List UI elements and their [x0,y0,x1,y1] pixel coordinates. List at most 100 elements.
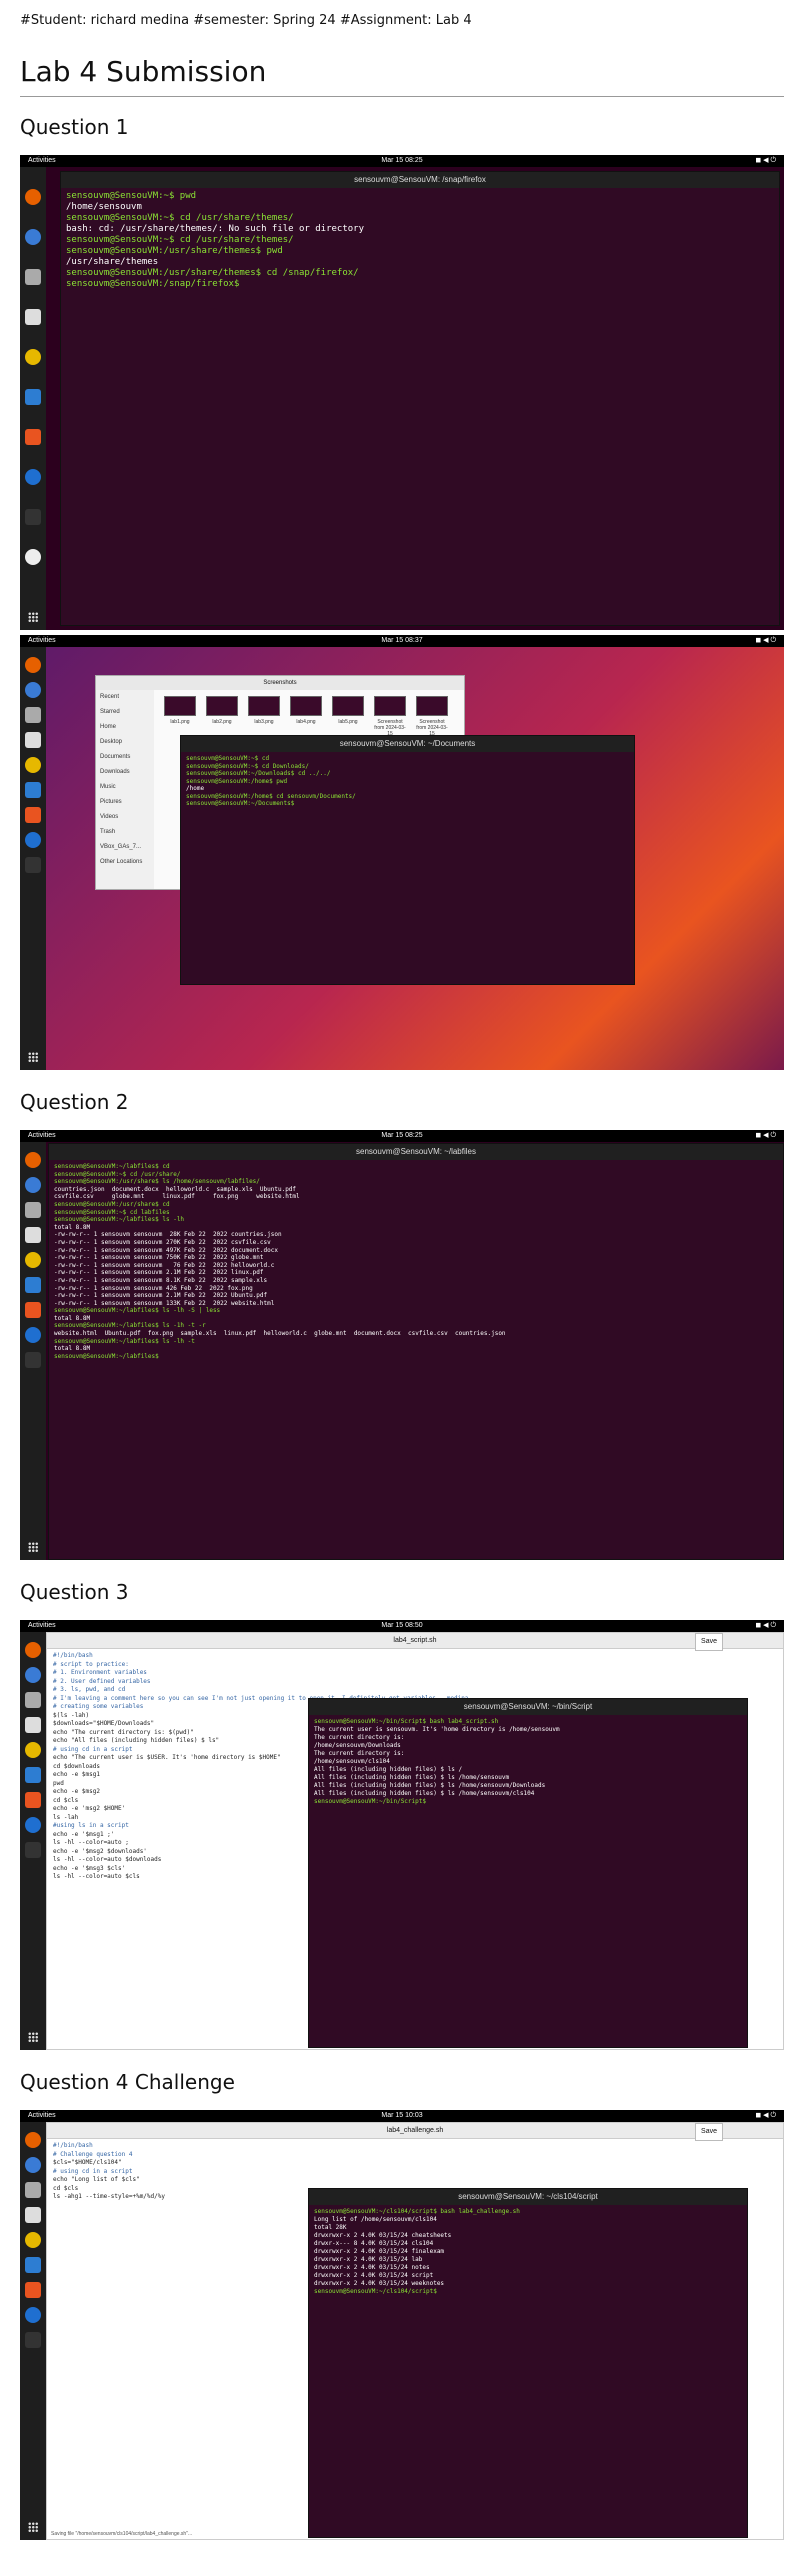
files-icon[interactable] [25,1202,41,1218]
apps-grid-icon[interactable] [28,2032,38,2042]
firefox-icon[interactable] [25,657,41,673]
files-sidebar: Recent Starred Home Desktop Documents Downloa… [96,690,154,889]
file-thumbnail[interactable] [374,696,406,716]
writer-icon[interactable] [25,2257,41,2273]
thunderbird-icon[interactable] [25,1177,41,1193]
software-icon[interactable] [25,1302,41,1318]
editor-icon[interactable] [25,1227,41,1243]
apps-grid-icon[interactable] [28,1542,38,1552]
help-icon[interactable] [25,2307,41,2323]
files-icon[interactable] [25,2182,41,2198]
save-button[interactable]: Save [695,1633,723,1651]
files-sidebar-item[interactable]: Music [100,784,150,799]
files-sidebar-item[interactable]: Documents [100,754,150,769]
files-sidebar-item[interactable]: Other Locations [100,859,150,874]
thunderbird-icon[interactable] [25,1667,41,1683]
terminal-line: sensouvm@SensouVM:~/Documents$ [186,800,298,807]
writer-icon[interactable] [25,389,41,405]
terminal-line: sensouvm@SensouVM:/usr/share$ ls /home/s… [54,1178,260,1186]
writer-icon[interactable] [25,782,41,798]
thunderbird-icon[interactable] [25,229,41,245]
terminal-icon[interactable] [25,857,41,873]
files-icon[interactable] [25,707,41,723]
terminal-icon[interactable] [25,1352,41,1368]
files-sidebar-item[interactable]: Videos [100,814,150,829]
terminal-line: -rw-rw-r-- 1 sensouvm sensouvm 28K Feb 2… [54,1231,282,1239]
editor-icon[interactable] [25,2207,41,2223]
code-line: $cls="$HOME/cls104" [53,2159,122,2166]
save-button[interactable]: Save [695,2123,723,2141]
file-thumbnail[interactable] [332,696,364,716]
terminal-line: drwxrwxr-x 2 4.0K 03/15/24 weeknotes [314,2280,445,2287]
thunderbird-icon[interactable] [25,2157,41,2173]
system-tray-icons[interactable]: ◼ ◀ ⏻ [755,155,776,167]
terminal-line: The current directory is: [314,1734,405,1741]
dvd-icon[interactable] [25,549,41,565]
system-tray-icons[interactable]: ◼ ◀ ⏻ [755,2110,776,2122]
rhythmbox-icon[interactable] [25,349,41,365]
rhythmbox-icon[interactable] [25,1252,41,1268]
terminal-window[interactable]: sensouvm@SensouVM: ~/Documents sensouvm@… [180,735,635,985]
system-tray-icons[interactable]: ◼ ◀ ⏻ [755,1620,776,1632]
help-icon[interactable] [25,1327,41,1343]
software-icon[interactable] [25,429,41,445]
files-sidebar-item[interactable]: Starred [100,709,150,724]
file-thumbnail[interactable] [248,696,280,716]
dock [20,1632,46,2050]
terminal-icon[interactable] [25,2332,41,2348]
file-thumbnail[interactable] [290,696,322,716]
help-icon[interactable] [25,1817,41,1833]
heading-question-3: Question 3 [20,1580,129,1604]
terminal-window[interactable]: sensouvm@SensouVM: ~/bin/Script sensouvm… [308,1698,748,2048]
system-tray-icons[interactable]: ◼ ◀ ⏻ [755,1130,776,1142]
editor-icon[interactable] [25,309,41,325]
terminal-window[interactable]: sensouvm@SensouVM: ~/cls104/script senso… [308,2188,748,2538]
apps-grid-icon[interactable] [28,1052,38,1062]
system-tray-icons[interactable]: ◼ ◀ ⏻ [755,635,776,647]
heading-question-4: Question 4 Challenge [20,2070,235,2094]
files-sidebar-item[interactable]: Trash [100,829,150,844]
help-icon[interactable] [25,832,41,848]
apps-grid-icon[interactable] [28,612,38,622]
rhythmbox-icon[interactable] [25,2232,41,2248]
files-icon[interactable] [25,1692,41,1708]
file-thumbnail[interactable] [164,696,196,716]
terminal-window[interactable]: sensouvm@SensouVM: /snap/firefox sensouv… [60,171,780,626]
terminal-line: sensouvm@SensouVM:/home$ cd sensouvm/Doc… [186,792,356,800]
rhythmbox-icon[interactable] [25,1742,41,1758]
terminal-line: -rw-rw-r-- 1 sensouvm sensouvm 497K Feb … [54,1246,278,1254]
files-sidebar-item[interactable]: Desktop [100,739,150,754]
files-sidebar-item[interactable]: Pictures [100,799,150,814]
writer-icon[interactable] [25,1277,41,1293]
editor-icon[interactable] [25,1717,41,1733]
terminal-line: The current user is sensouvm. It's 'home… [314,1726,560,1733]
software-icon[interactable] [25,2282,41,2298]
firefox-icon[interactable] [25,1152,41,1168]
code-line: # 2. User defined variables [53,1677,151,1685]
terminal-window[interactable]: sensouvm@SensouVM: ~/labfiles sensouvm@S… [48,1143,784,1560]
terminal-output: sensouvm@SensouVM:~$ pwd/home/sensouvm se… [61,188,779,293]
terminal-icon[interactable] [25,509,41,525]
terminal-title: sensouvm@SensouVM: ~/labfiles [49,1144,783,1160]
software-icon[interactable] [25,1792,41,1808]
editor-icon[interactable] [25,732,41,748]
thunderbird-icon[interactable] [25,682,41,698]
help-icon[interactable] [25,469,41,485]
terminal-icon[interactable] [25,1842,41,1858]
firefox-icon[interactable] [25,1642,41,1658]
files-sidebar-item[interactable]: Home [100,724,150,739]
terminal-line: sensouvm@SensouVM:~$ pwd [66,191,197,201]
firefox-icon[interactable] [25,2132,41,2148]
files-icon[interactable] [25,269,41,285]
files-sidebar-item[interactable]: Downloads [100,769,150,784]
files-sidebar-item[interactable]: VBox_GAs_7... [100,844,150,859]
apps-grid-icon[interactable] [28,2522,38,2532]
terminal-line: total 28K [314,2224,347,2231]
firefox-icon[interactable] [25,189,41,205]
files-sidebar-item[interactable]: Recent [100,694,150,709]
software-icon[interactable] [25,807,41,823]
writer-icon[interactable] [25,1767,41,1783]
rhythmbox-icon[interactable] [25,757,41,773]
file-thumbnail[interactable] [416,696,448,716]
file-thumbnail[interactable] [206,696,238,716]
